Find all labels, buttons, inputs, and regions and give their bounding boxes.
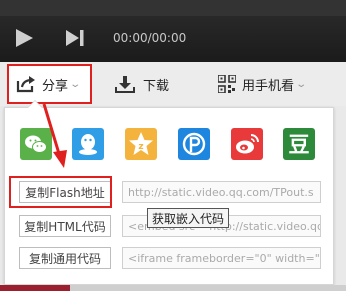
- copy-html-code-button[interactable]: 复制HTML代码: [19, 215, 111, 237]
- qzone-icon[interactable]: z: [125, 128, 157, 160]
- download-label: 下载: [143, 78, 170, 94]
- flash-address-field[interactable]: http://static.video.qq.com/TPout.s: [122, 181, 321, 203]
- douban-icon[interactable]: 豆: [283, 128, 315, 160]
- bottom-strip: [0, 285, 346, 291]
- next-icon[interactable]: [64, 28, 86, 48]
- download-button[interactable]: 下载: [115, 62, 169, 106]
- copy-universal-code-button[interactable]: 复制通用代码: [19, 247, 111, 269]
- qq-icon[interactable]: [72, 128, 104, 160]
- play-icon[interactable]: [14, 28, 34, 48]
- panel-caret-inner: [28, 101, 42, 108]
- universal-code-field[interactable]: <iframe frameborder="0" width="64: [122, 247, 321, 269]
- share-button[interactable]: 分享 ⌄: [7, 64, 92, 104]
- pengyou-icon[interactable]: [178, 128, 210, 160]
- share-label: 分享: [42, 78, 69, 94]
- douban-glyph: 豆: [289, 133, 310, 157]
- time-display: 00:00/00:00: [113, 31, 187, 45]
- watch-on-phone-label: 用手机看: [242, 78, 295, 94]
- chevron-down-icon: ⌄: [295, 78, 308, 90]
- wechat-icon[interactable]: [20, 128, 52, 160]
- watch-on-phone-button[interactable]: 用手机看 ⌄: [218, 62, 308, 106]
- svg-text:z: z: [138, 142, 143, 152]
- embed-code-tooltip: 获取嵌入代码: [147, 208, 229, 228]
- download-icon: [115, 76, 135, 93]
- player-control-bar: 00:00/00:00: [0, 0, 346, 62]
- flash-button-highlight: [9, 176, 112, 208]
- share-icon: [16, 76, 35, 93]
- weibo-icon[interactable]: [231, 128, 263, 160]
- player-top-strip: [0, 0, 346, 16]
- chevron-down-icon: ⌄: [69, 78, 82, 90]
- qr-code-icon: [218, 75, 236, 93]
- video-toolbar: 分享 ⌄ 下载 用手机看 ⌄: [0, 62, 346, 106]
